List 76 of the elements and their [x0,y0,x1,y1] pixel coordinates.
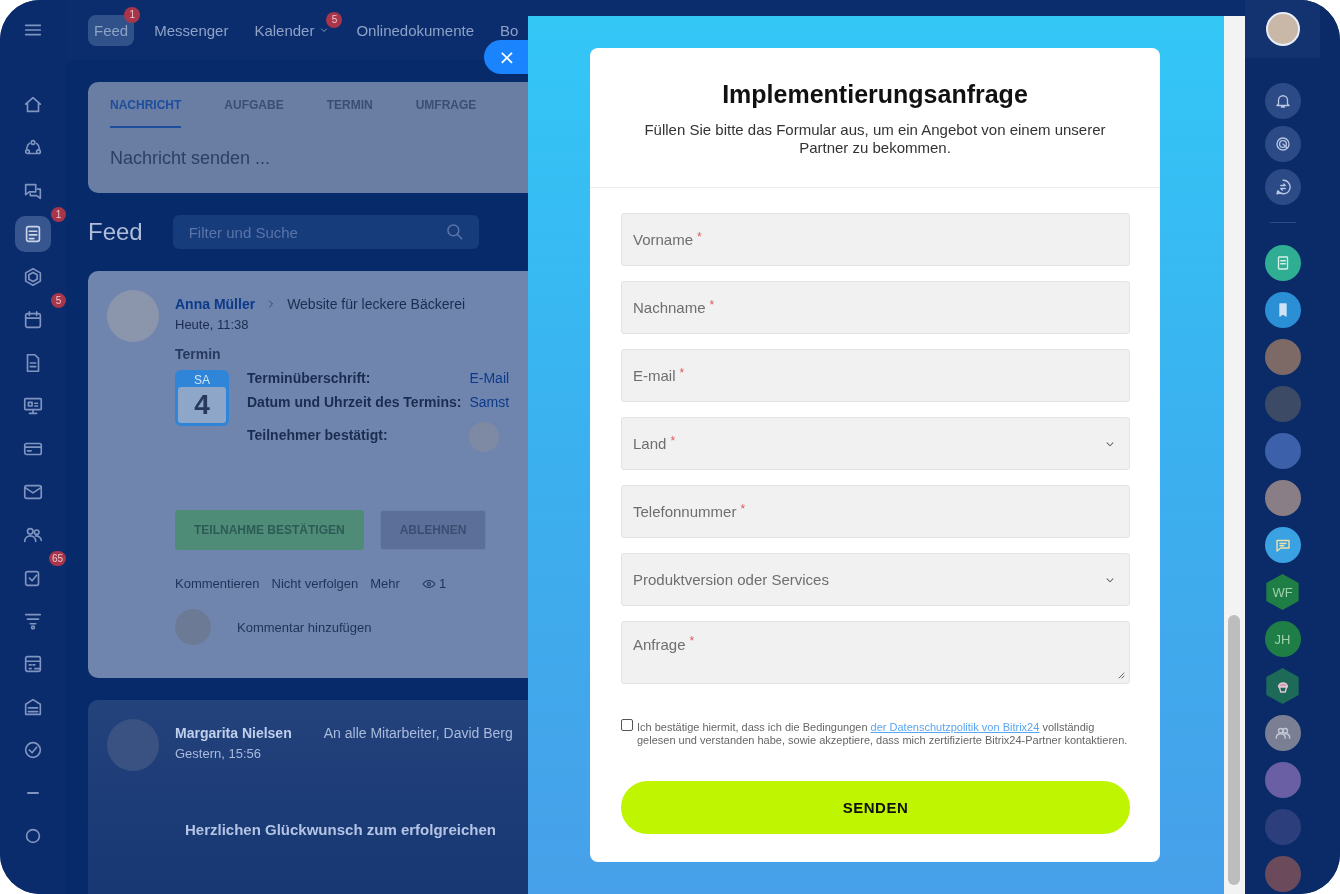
spiral-icon [1273,135,1292,153]
nav-tab[interactable]: Bo [494,19,525,41]
view-count: 1 [438,576,447,591]
input-field[interactable]: Nachname * [621,281,1130,334]
dash-icon [27,792,39,794]
sidebar-item[interactable] [15,216,51,252]
notification-badge: 5 [326,11,343,28]
bell-icon [1273,92,1292,110]
scrollbar-thumb[interactable] [1228,615,1240,885]
message-field[interactable]: Nachricht senden ... [110,148,271,169]
comment-field[interactable]: Kommentar hinzufügen [237,619,372,635]
group-chat-icon[interactable] [1264,715,1301,751]
privacy-policy-link[interactable]: der Datenschutzpolitik von Bitrix24 [870,721,1040,733]
input-field[interactable]: E-mail * [621,349,1130,402]
post-action-link[interactable]: Mehr [370,576,400,591]
feed-heading: Feed [88,218,143,246]
avatar [107,290,159,342]
input-field[interactable]: Vorname * [621,213,1130,266]
presentation-icon [22,395,44,417]
sync-chat-button[interactable] [1264,169,1301,205]
activity-button[interactable] [1264,126,1301,162]
post-headline: Herzlichen Glückwunsch zum erfolgreichen [185,821,496,838]
chat-avatar[interactable] [1264,339,1301,375]
notifications-button[interactable] [1264,83,1301,119]
notification-badge: 5 [51,293,66,308]
textarea-field[interactable]: Anfrage * [621,621,1130,684]
event-field-label: Teilnehmer bestätigt: [247,427,389,443]
search-icon [444,222,465,242]
consent-text: Ich bestätige hiermit, dass ich die Bedingungen der Datenschutzpolitik von Bitrix24 vollständig gelesen und verstanden habe, sowie akzeptiere, dass mich zertifizierte Bitrix24-Partner kontaktieren. [637,721,1129,746]
post-time: Gestern, 15:56 [175,746,261,761]
post-action-link[interactable]: Kommentieren [175,576,260,591]
check-circle-icon [22,739,44,761]
document-chat-icon[interactable] [1264,245,1301,281]
form-title: Implementierungsanfrage [722,80,1028,109]
composer-tab[interactable]: NACHRICHT [110,98,182,128]
notification-badge: 1 [51,207,66,222]
warehouse-icon [22,696,44,718]
consent-checkbox[interactable] [621,719,633,731]
close-button[interactable]: × [484,40,528,74]
user-avatar[interactable] [1265,12,1300,46]
post-destination: An alle Mitarbeiter, David Berg [323,725,513,741]
initials-avatar[interactable]: WF [1264,574,1301,610]
notification-badge: 1 [124,6,141,23]
select-field[interactable]: Produktversion oder Services [621,553,1130,606]
author-name[interactable]: Margarita Nielsen [175,725,292,741]
avatar [175,609,211,645]
post-type-label: Termin [175,346,221,362]
author-name[interactable]: Anna Müller [175,296,256,312]
nav-tab[interactable]: Messenger [148,19,235,41]
calendar-day: 4 [178,387,226,423]
input-field[interactable]: Telefonnummer * [621,485,1130,538]
avatar [107,719,159,771]
form-subtitle: Füllen Sie bitte das Formular aus, um ein Angebot von einem unserer Partner zu bekommen. [643,121,1107,157]
event-field-label: Terminüberschrift: [247,370,372,386]
sync-chat-icon [1273,178,1292,196]
event-field-value[interactable]: E-Mail [469,370,510,386]
chat-avatar[interactable] [1264,480,1301,516]
initials-avatar[interactable]: JH [1264,621,1301,657]
message-chat-icon[interactable] [1264,527,1301,563]
select-field[interactable]: Land * [621,417,1130,470]
event-field-value[interactable]: Samst [469,394,510,410]
post-action-link[interactable]: Nicht verfolgen [271,576,359,591]
bookmark-chat-icon[interactable] [1264,292,1301,328]
event-field-label: Datum und Uhrzeit des Termins: [247,394,462,410]
hexagon-icon [22,266,44,288]
schedule-icon [22,653,44,675]
calendar-weekday: SA [194,373,210,387]
calendar-icon [22,309,44,331]
chat-avatar[interactable] [1264,762,1301,798]
notification-badge: 65 [48,551,66,566]
nav-tab[interactable]: Onlinedokumente [350,19,481,41]
submit-button[interactable]: SENDEN [621,781,1130,834]
post-destination: Website für leckere Bäckerei [287,296,466,312]
search-field[interactable]: Filter und Suche [172,215,479,249]
chat-avatar[interactable] [1264,433,1301,469]
post-time: Heute, 11:38 [175,317,249,332]
